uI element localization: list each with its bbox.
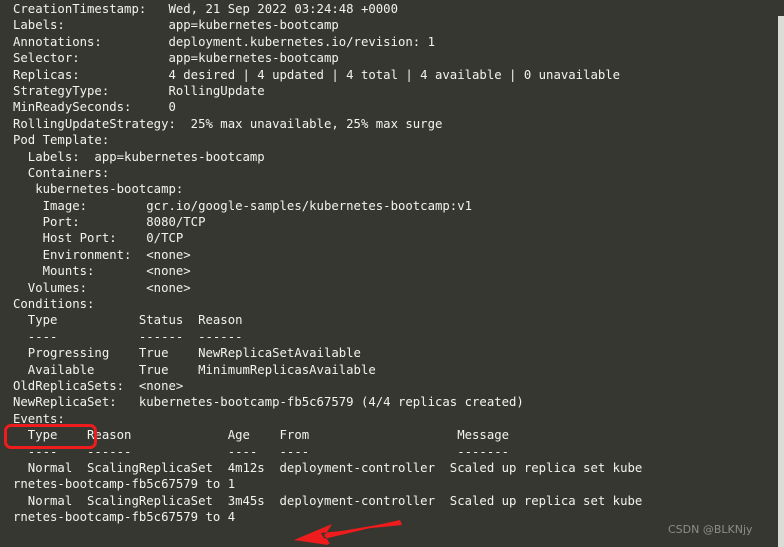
terminal-line: CreationTimestamp: Wed, 21 Sep 2022 03:2… (13, 2, 398, 16)
terminal-line: NewReplicaSet: kubernetes-bootcamp-fb5c6… (13, 395, 524, 410)
watermark-text: CSDN @BLKNjy (668, 523, 753, 536)
terminal-line: Progressing True NewReplicaSetAvailable (13, 346, 361, 361)
terminal-line: Normal ScalingReplicaSet 4m12s deploymen… (13, 460, 643, 475)
terminal-line: Labels: app=kubernetes-bootcamp (13, 18, 339, 33)
terminal-line: RollingUpdateStrategy: 25% max unavailab… (13, 116, 443, 131)
terminal-line: Events: (13, 411, 65, 426)
terminal-line: Available True MinimumReplicasAvailable (13, 362, 376, 377)
terminal-line: Image: gcr.io/google-samples/kubernetes-… (13, 198, 473, 213)
terminal-line: Selector: app=kubernetes-bootcamp (13, 51, 339, 66)
terminal-line: Conditions: (13, 297, 95, 312)
terminal-line: ---- ------ ---- ---- ------- (13, 444, 510, 459)
vertical-scrollbar[interactable] (778, 0, 784, 547)
terminal-line: Pod Template: (13, 133, 110, 148)
terminal-line: StrategyType: RollingUpdate (13, 83, 265, 98)
terminal-line: Environment: <none> (13, 247, 191, 262)
terminal-line: Replicas: 4 desired | 4 updated | 4 tota… (13, 67, 621, 82)
terminal-line: ---- ------ ------ (13, 329, 243, 344)
terminal-line: Type Status Reason (13, 313, 243, 328)
terminal-window[interactable]: CreationTimestamp: Wed, 21 Sep 2022 03:2… (0, 0, 784, 547)
terminal-line: Volumes: <none> (13, 280, 191, 295)
terminal-line: Port: 8080/TCP (13, 215, 206, 230)
terminal-line: Labels: app=kubernetes-bootcamp (13, 149, 265, 164)
terminal-line: MinReadySeconds: 0 (13, 100, 176, 115)
scrollbar-thumb[interactable] (778, 0, 784, 16)
terminal-line: Normal ScalingReplicaSet 3m45s deploymen… (13, 493, 643, 508)
terminal-line: Type Reason Age From Message (13, 428, 510, 443)
terminal-line: Mounts: <none> (13, 264, 191, 279)
terminal-line: Annotations: deployment.kubernetes.io/re… (13, 34, 435, 49)
terminal-line: OldReplicaSets: <none> (13, 378, 184, 393)
terminal-line: Host Port: 0/TCP (13, 231, 184, 246)
terminal-line: kubernetes-bootcamp: (13, 182, 184, 197)
terminal-line: rnetes-bootcamp-fb5c67579 to 4 (13, 510, 236, 525)
terminal-line: Containers: (13, 165, 110, 180)
terminal-output: CreationTimestamp: Wed, 21 Sep 2022 03:2… (13, 1, 642, 526)
terminal-line: rnetes-bootcamp-fb5c67579 to 1 (13, 477, 236, 492)
